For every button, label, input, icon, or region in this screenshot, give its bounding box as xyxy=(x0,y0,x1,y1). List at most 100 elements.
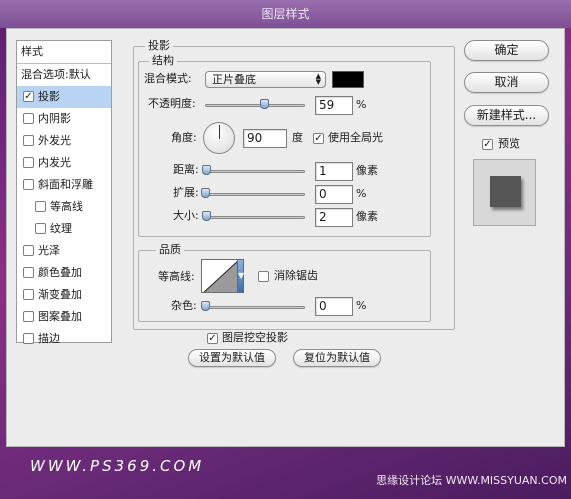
contour-curve-icon xyxy=(203,261,237,292)
noise-unit: % xyxy=(356,299,367,312)
drop-shadow-checkbox[interactable]: ✓ xyxy=(23,91,34,102)
knockout-label: 图层挖空投影 xyxy=(222,331,288,344)
sidebar-item-label: 斜面和浮雕 xyxy=(38,178,93,191)
global-light-label: 使用全局光 xyxy=(328,131,383,144)
distance-unit: 像素 xyxy=(356,164,378,177)
opacity-slider-track xyxy=(205,104,305,107)
spread-slider[interactable] xyxy=(201,188,305,200)
spread-slider-thumb[interactable] xyxy=(201,188,210,198)
sidebar-item-texture[interactable]: 纹理 xyxy=(17,218,111,240)
sidebar-item-blend-options[interactable]: 混合选项:默认 xyxy=(17,64,111,86)
contour-dropdown-arrow-icon[interactable]: ▼ xyxy=(237,259,244,293)
inner-glow-checkbox[interactable] xyxy=(23,157,34,168)
global-light-checkbox[interactable]: ✓ xyxy=(313,133,324,144)
ok-button[interactable]: 确定 xyxy=(464,40,549,61)
sidebar-item-label: 内发光 xyxy=(38,156,71,169)
noise-slider-thumb[interactable] xyxy=(201,301,210,311)
quality-title: 品质 xyxy=(156,243,184,256)
watermark-left: WWW.PS369.COM xyxy=(30,457,205,475)
outer-glow-checkbox[interactable] xyxy=(23,135,34,146)
sidebar-item-bevel-emboss[interactable]: 斜面和浮雕 xyxy=(17,174,111,196)
make-default-button[interactable]: 设置为默认值 xyxy=(188,349,276,367)
noise-slider[interactable] xyxy=(201,301,305,313)
anti-alias-label: 消除锯齿 xyxy=(274,269,318,282)
contour-label: 等高线: xyxy=(158,270,195,283)
angle-label: 角度: xyxy=(171,131,197,144)
satin-checkbox[interactable] xyxy=(23,245,34,256)
knockout-checkbox[interactable]: ✓ xyxy=(207,333,218,344)
size-unit: 像素 xyxy=(356,210,378,223)
structure-title: 结构 xyxy=(149,54,177,67)
reset-default-button[interactable]: 复位为默认值 xyxy=(293,349,381,367)
distance-label: 距离: xyxy=(173,163,199,176)
angle-unit: 度 xyxy=(292,131,303,144)
texture-checkbox[interactable] xyxy=(35,223,46,234)
spread-slider-track xyxy=(205,193,305,196)
preview-checkbox[interactable]: ✓ xyxy=(482,139,493,150)
drop-shadow-title: 投影 xyxy=(145,39,173,52)
gradient-overlay-checkbox[interactable] xyxy=(23,289,34,300)
sidebar-item-pattern-overlay[interactable]: 图案叠加 xyxy=(17,306,111,328)
sidebar-item-outer-glow[interactable]: 外发光 xyxy=(17,130,111,152)
opacity-unit: % xyxy=(356,98,367,111)
sidebar-item-label: 描边 xyxy=(38,332,60,345)
styles-sidebar: 样式 混合选项:默认 ✓ 投影 内阴影 外发光 内发光 斜面和浮雕 等高线 纹理… xyxy=(16,40,112,345)
size-input[interactable]: 2 xyxy=(315,208,353,227)
sidebar-item-label: 光泽 xyxy=(38,244,60,257)
updown-arrows-icon: ▲ ▼ xyxy=(315,72,321,86)
spread-label: 扩展: xyxy=(173,186,199,199)
contour-preview[interactable] xyxy=(201,259,238,293)
color-overlay-checkbox[interactable] xyxy=(23,267,34,278)
sidebar-item-label: 混合选项:默认 xyxy=(21,68,91,81)
sidebar-item-label: 颜色叠加 xyxy=(38,266,82,279)
distance-slider-track xyxy=(205,170,305,173)
distance-input[interactable]: 1 xyxy=(315,162,353,181)
distance-slider-thumb[interactable] xyxy=(202,165,211,175)
sidebar-item-label: 渐变叠加 xyxy=(38,288,82,301)
window-titlebar: 图层样式 xyxy=(0,0,571,28)
spread-unit: % xyxy=(356,187,367,200)
opacity-slider-thumb[interactable] xyxy=(260,99,269,109)
watermark-right: 思缘设计论坛 WWW.MISSYUAN.COM xyxy=(376,474,567,487)
size-label: 大小: xyxy=(173,209,199,222)
sidebar-item-color-overlay[interactable]: 颜色叠加 xyxy=(17,262,111,284)
opacity-input[interactable]: 59 xyxy=(315,96,353,115)
sidebar-item-label: 投影 xyxy=(38,90,60,103)
bevel-emboss-checkbox[interactable] xyxy=(23,179,34,190)
new-style-button[interactable]: 新建样式... xyxy=(464,105,549,126)
noise-input[interactable]: 0 xyxy=(315,297,353,316)
sidebar-item-contour[interactable]: 等高线 xyxy=(17,196,111,218)
pattern-overlay-checkbox[interactable] xyxy=(23,311,34,322)
stroke-checkbox[interactable] xyxy=(23,333,34,344)
sidebar-item-inner-glow[interactable]: 内发光 xyxy=(17,152,111,174)
style-preview-swatch xyxy=(490,176,521,207)
distance-slider[interactable] xyxy=(202,165,305,177)
window-title: 图层样式 xyxy=(261,7,310,21)
cancel-button[interactable]: 取消 xyxy=(464,72,549,93)
shadow-color-swatch[interactable] xyxy=(332,71,364,88)
blend-mode-value: 正片叠底 xyxy=(212,73,256,86)
sidebar-item-inner-shadow[interactable]: 内阴影 xyxy=(17,108,111,130)
angle-input[interactable]: 90 xyxy=(243,129,287,148)
sidebar-item-label: 等高线 xyxy=(50,200,83,213)
sidebar-item-label: 图案叠加 xyxy=(38,310,82,323)
contour-checkbox[interactable] xyxy=(35,201,46,212)
inner-shadow-checkbox[interactable] xyxy=(23,113,34,124)
blend-mode-select[interactable]: 正片叠底 ▲ ▼ xyxy=(205,71,326,88)
opacity-slider[interactable] xyxy=(205,99,305,111)
sidebar-item-label: 纹理 xyxy=(50,222,72,235)
sidebar-item-drop-shadow[interactable]: ✓ 投影 xyxy=(17,86,111,108)
layer-style-dialog: 样式 混合选项:默认 ✓ 投影 内阴影 外发光 内发光 斜面和浮雕 等高线 纹理… xyxy=(6,28,565,447)
noise-slider-track xyxy=(205,306,305,309)
sidebar-item-gradient-overlay[interactable]: 渐变叠加 xyxy=(17,284,111,306)
preview-label: 预览 xyxy=(498,137,520,150)
sidebar-item-satin[interactable]: 光泽 xyxy=(17,240,111,262)
angle-dial[interactable] xyxy=(203,122,235,154)
anti-alias-checkbox[interactable] xyxy=(258,271,269,282)
size-slider-thumb[interactable] xyxy=(202,211,211,221)
sidebar-item-stroke[interactable]: 描边 xyxy=(17,328,111,350)
size-slider[interactable] xyxy=(202,211,305,223)
opacity-label: 不透明度: xyxy=(148,97,196,110)
angle-dial-hand xyxy=(219,125,220,139)
spread-input[interactable]: 0 xyxy=(315,185,353,204)
